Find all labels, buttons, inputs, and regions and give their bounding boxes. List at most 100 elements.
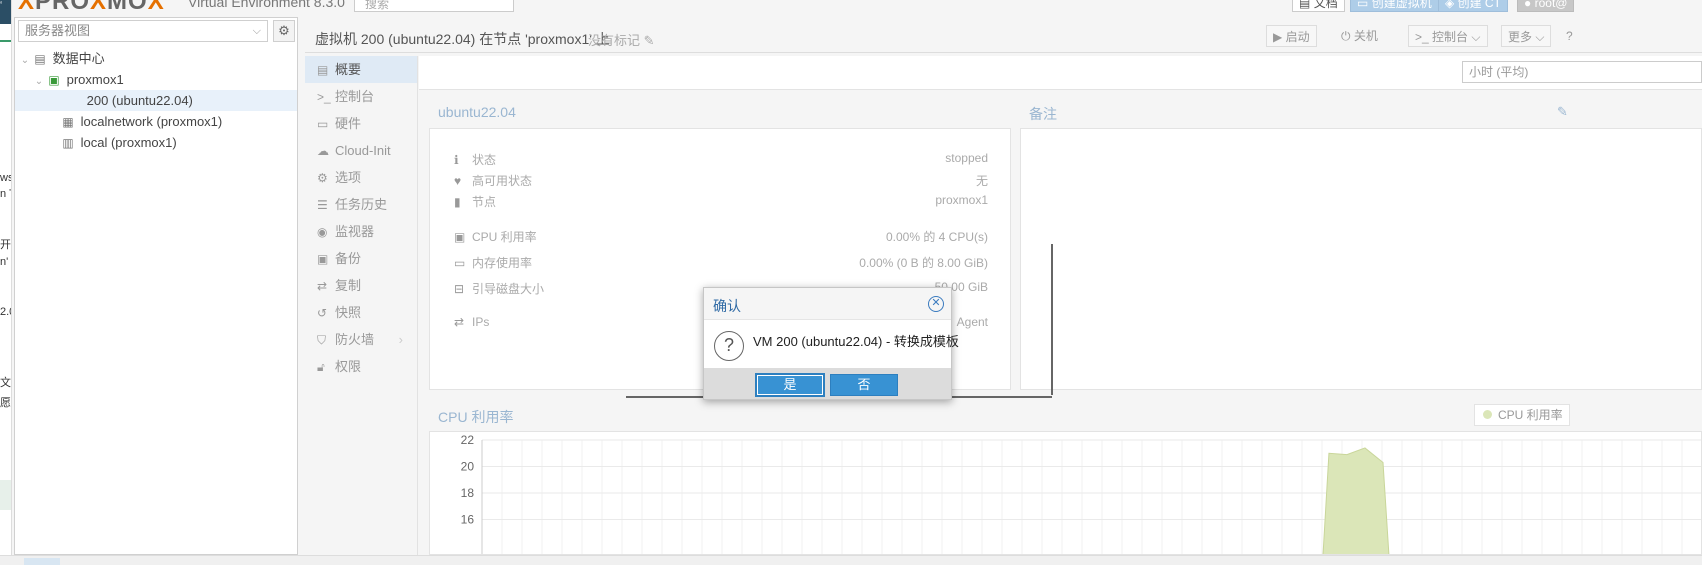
list-icon: ☰: [317, 198, 328, 212]
cpu-chart-title: CPU 利用率: [438, 409, 514, 425]
chevron-down-icon: ⌵: [1471, 30, 1481, 44]
dialog-footer: 是 否: [704, 368, 951, 399]
notes-panel: [1020, 128, 1702, 390]
chevron-down-icon: ⌵: [1535, 30, 1545, 44]
shutdown-button[interactable]: ⏻ 关机: [1335, 25, 1384, 47]
y-tick-label: 16: [461, 513, 475, 527]
tree-node-vm-200[interactable]: 200 (ubuntu22.04): [15, 90, 297, 111]
nav-cloud-init[interactable]: ☁ Cloud-Init: [305, 137, 417, 164]
cube-icon: ◈: [1445, 0, 1455, 10]
proxmox-logo[interactable]: XPROXMOX: [18, 0, 165, 16]
nav-monitor[interactable]: ◉ 监视器: [305, 218, 417, 245]
user-icon: ●: [1524, 0, 1532, 10]
edge-text-fragment: n T: [0, 188, 11, 200]
status-row-state: ℹ 状态 stopped: [454, 151, 988, 167]
pencil-icon: ✎: [643, 33, 655, 48]
collapse-arrow-icon[interactable]: ⌄: [33, 71, 45, 92]
more-button[interactable]: 更多 ⌵: [1501, 25, 1552, 47]
create-ct-button[interactable]: ◈ 创建 CT: [1438, 0, 1508, 12]
monitor-icon: ▭: [317, 117, 329, 131]
task-log-tab[interactable]: [24, 558, 60, 565]
book-icon: ▤: [1299, 0, 1311, 10]
building-icon: ▮: [454, 195, 461, 209]
dialog-message: VM 200 (ubuntu22.04) - 转换成模板: [753, 334, 959, 349]
nav-replication[interactable]: ⇄ 复制: [305, 272, 417, 299]
cpu-chart-panel: 16 18 20 22: [429, 431, 1702, 555]
edge-text-fragment: ws: [0, 172, 11, 184]
search-input[interactable]: 搜索: [354, 0, 514, 12]
legend-swatch: [1483, 410, 1492, 419]
no-button[interactable]: 否: [830, 374, 898, 396]
task-log-strip: [0, 555, 1702, 565]
proxmox-app: XPROXMOX Virtual Environment 8.3.0 搜索 ▤ …: [12, 0, 1702, 565]
node-online-icon: ▣: [48, 73, 60, 87]
status-row-ha: ♥ 高可用状态无: [454, 174, 988, 188]
start-button[interactable]: ▶ 启动: [1266, 25, 1317, 47]
timeframe-selector[interactable]: 小时 (平均): [1462, 61, 1702, 83]
edge-text-fragment: 2.0: [0, 306, 11, 318]
create-vm-button[interactable]: ▭ 创建虚拟机: [1350, 0, 1439, 12]
nav-firewall[interactable]: ⛉ 防火墙 ›: [305, 326, 417, 353]
nav-backup[interactable]: ▣ 备份: [305, 245, 417, 272]
terminal-icon: >_: [1415, 30, 1429, 44]
docs-button[interactable]: ▤ 文档: [1292, 0, 1345, 12]
status-row-cpu: ▣ CPU 利用率 0.00% 的 4 CPU(s): [454, 230, 988, 244]
vm-title: 虚拟机 200 (ubuntu22.04) 在节点 'proxmox1' 上: [315, 31, 610, 47]
terminal-icon: >_: [317, 90, 331, 104]
notes-edit-button[interactable]: ✎: [1557, 104, 1568, 120]
tree-node-local-storage[interactable]: ▥ local (proxmox1): [15, 132, 297, 153]
confirm-dialog: 确认 ✕ ? VM 200 (ubuntu22.04) - 转换成模板 是 否: [703, 287, 959, 400]
timeframe-toolbar: 小时 (平均): [419, 56, 1702, 90]
dialog-header: 确认 ✕: [704, 288, 951, 320]
top-header: XPROXMOX Virtual Environment 8.3.0 搜索 ▤ …: [12, 0, 1702, 16]
nav-hardware[interactable]: ▭ 硬件: [305, 110, 417, 137]
y-tick-label: 20: [461, 460, 475, 474]
nav-console[interactable]: >_ 控制台: [305, 83, 417, 110]
floppy-icon: ▣: [317, 252, 329, 266]
nav-task-history[interactable]: ☰ 任务历史: [305, 191, 417, 218]
hdd-icon: ⊟: [454, 282, 465, 296]
vm-subnav: ▤ 概要 >_ 控制台 ▭ 硬件 ☁ Cloud-Init ⚙ 选项 ☰ 任务历史 ◉ 监视器…: [305, 56, 418, 555]
collapse-arrow-icon[interactable]: ⌄: [19, 50, 31, 71]
monitor-icon: ▭: [1357, 0, 1369, 10]
gear-icon: ⚙: [278, 23, 290, 38]
nav-options[interactable]: ⚙ 选项: [305, 164, 417, 191]
database-icon: ▥: [62, 136, 74, 150]
status-row-node: ▮ 节点 proxmox1: [454, 193, 988, 209]
nav-snapshots[interactable]: ↺ 快照: [305, 299, 417, 326]
chevron-right-icon: ›: [398, 332, 403, 347]
tree-node-datacenter[interactable]: ⌄ ▤ 数据中心: [15, 48, 297, 69]
edge-text-fragment: 开: [0, 239, 11, 251]
question-icon: ?: [714, 331, 744, 361]
memory-icon: ▭: [454, 256, 466, 270]
y-tick-label: 22: [461, 433, 475, 447]
cpu-chart-legend[interactable]: CPU 利用率: [1474, 404, 1570, 426]
help-button[interactable]: ?: [1560, 25, 1579, 47]
y-tick-label: 18: [461, 486, 475, 500]
tree-node-proxmox1[interactable]: ⌄ ▣ proxmox1: [15, 69, 297, 90]
tree-node-localnetwork[interactable]: ▦ localnetwork (proxmox1): [15, 111, 297, 132]
edit-icon: ✎: [1557, 104, 1568, 119]
version-label: Virtual Environment 8.3.0: [188, 0, 345, 10]
background-window-accent: [0, 40, 11, 42]
notes-panel-title: 备注: [1029, 106, 1057, 122]
background-window-edge: ‘ ws n T 开 n' 2.0 文 愿: [0, 0, 12, 565]
user-menu-button[interactable]: ● root@: [1517, 0, 1575, 12]
cpu-icon: ▣: [454, 230, 466, 244]
exchange-icon: ⇄: [454, 315, 465, 329]
console-button[interactable]: >_ 控制台 ⌵: [1408, 25, 1488, 47]
overlay-shadow-line: [1051, 244, 1053, 395]
retweet-icon: ⇄: [317, 279, 328, 293]
view-selector[interactable]: 服务器视图 ⌵: [18, 20, 268, 42]
close-icon: ✕: [931, 297, 941, 309]
tree-settings-button[interactable]: ⚙: [273, 20, 295, 42]
cpu-chart: 16 18 20 22: [461, 433, 1701, 554]
tags-editor[interactable]: 没有标记 ✎: [588, 30, 655, 49]
nav-permissions[interactable]: 🔓︎ 权限: [305, 353, 417, 380]
help-icon: ?: [1566, 29, 1573, 43]
yes-button[interactable]: 是: [756, 374, 824, 396]
resource-tree-panel: 服务器视图 ⌵ ⚙ ⌄ ▤ 数据中心 ⌄ ▣ proxmox1 200 (ubunt…: [14, 17, 298, 555]
dialog-close-button[interactable]: ✕: [928, 296, 944, 312]
nav-summary[interactable]: ▤ 概要: [305, 56, 417, 83]
dialog-title: 确认: [713, 298, 741, 314]
